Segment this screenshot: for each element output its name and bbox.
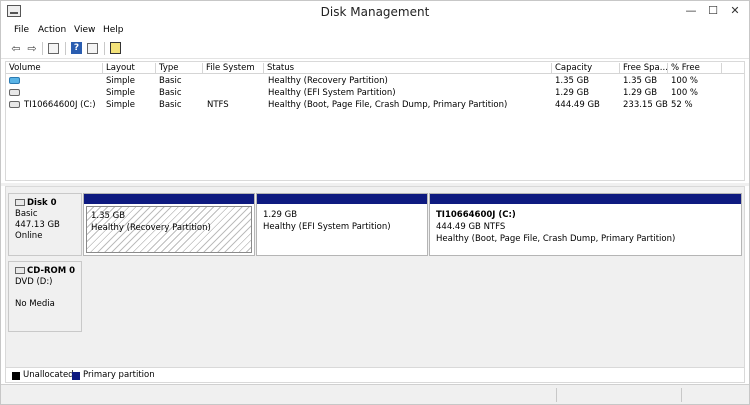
volume-percent-free: 52 % bbox=[671, 100, 693, 110]
maximize-button[interactable]: ☐ bbox=[703, 3, 723, 19]
partition-status: Healthy (EFI System Partition) bbox=[263, 222, 391, 232]
cd-rom-empty-area[interactable] bbox=[83, 261, 744, 332]
column-type[interactable]: Type bbox=[156, 63, 203, 74]
disk-state: No Media bbox=[15, 299, 55, 309]
toolbar-separator bbox=[104, 42, 105, 55]
disk-size: 447.13 GB bbox=[15, 220, 60, 230]
column-free-space[interactable]: Free Spa... bbox=[620, 63, 668, 74]
status-bar bbox=[1, 384, 749, 404]
volume-free-space: 1.35 GB bbox=[623, 76, 658, 86]
volume-capacity: 444.49 GB bbox=[555, 100, 600, 110]
volume-percent-free: 100 % bbox=[671, 76, 699, 86]
help-icon[interactable]: ? bbox=[71, 42, 82, 54]
legend: Unallocated Primary partition bbox=[5, 368, 745, 383]
disk-0-label[interactable]: Disk 0 Basic 447.13 GB Online bbox=[8, 193, 82, 256]
column-status[interactable]: Status bbox=[264, 63, 552, 74]
primary-partition-swatch bbox=[72, 372, 80, 380]
title-bar: Disk Management — ☐ ✕ bbox=[1, 1, 749, 23]
forward-arrow-icon[interactable]: ⇨ bbox=[24, 41, 40, 56]
menu-help[interactable]: Help bbox=[103, 25, 124, 35]
status-divider bbox=[556, 388, 557, 402]
volume-status: Healthy (Recovery Partition) bbox=[268, 76, 388, 86]
primary-partition-bar bbox=[430, 194, 741, 204]
volume-layout: Simple bbox=[106, 88, 136, 98]
partition-efi[interactable]: 1.29 GB Healthy (EFI System Partition) bbox=[256, 193, 428, 256]
disk-name: CD-ROM 0 bbox=[27, 266, 76, 276]
volume-type: Basic bbox=[159, 88, 182, 98]
volume-row[interactable]: Simple Basic Healthy (Recovery Partition… bbox=[6, 75, 744, 87]
column-file-system[interactable]: File System bbox=[203, 63, 264, 74]
menu-action[interactable]: Action bbox=[38, 25, 66, 35]
partition-size: 1.29 GB bbox=[263, 210, 298, 220]
volume-capacity: 1.29 GB bbox=[555, 88, 590, 98]
volume-row[interactable]: Simple Basic Healthy (EFI System Partiti… bbox=[6, 87, 744, 99]
back-arrow-icon[interactable]: ⇦ bbox=[8, 41, 24, 56]
status-divider bbox=[681, 388, 682, 402]
menu-view[interactable]: View bbox=[74, 25, 95, 35]
volume-name: TI10664600J (C:) bbox=[24, 100, 96, 110]
disk-icon bbox=[15, 199, 25, 206]
partition-recovery[interactable]: 1.35 GB Healthy (Recovery Partition) bbox=[83, 193, 255, 256]
menu-file[interactable]: File bbox=[14, 25, 29, 35]
disk-type: DVD (D:) bbox=[15, 277, 53, 287]
volume-row[interactable]: TI10664600J (C:) Simple Basic NTFS Healt… bbox=[6, 99, 744, 111]
volume-type: Basic bbox=[159, 100, 182, 110]
volume-status: Healthy (Boot, Page File, Crash Dump, Pr… bbox=[268, 100, 508, 110]
toolbar-separator bbox=[42, 42, 43, 55]
partition-size: 1.35 GB bbox=[91, 211, 126, 221]
show-hide-action-pane-icon[interactable] bbox=[87, 43, 98, 54]
legend-primary-partition: Primary partition bbox=[83, 370, 155, 380]
toolbar: ⇦ ⇨ ? bbox=[1, 39, 749, 59]
disk-management-window: Disk Management — ☐ ✕ File Action View H… bbox=[0, 0, 750, 405]
volume-list-header: Volume Layout Type File System Status Ca… bbox=[6, 62, 744, 74]
partition-size: 444.49 GB NTFS bbox=[436, 222, 506, 232]
unallocated-swatch bbox=[12, 372, 20, 380]
partition-title: TI10664600J (C:) bbox=[436, 210, 516, 220]
close-button[interactable]: ✕ bbox=[725, 3, 745, 19]
primary-partition-bar bbox=[257, 194, 427, 204]
drive-icon bbox=[9, 101, 20, 108]
disk-map-panel: Disk 0 Basic 447.13 GB Online 1.35 GB He… bbox=[5, 186, 745, 368]
disk-state: Online bbox=[15, 231, 43, 241]
volume-layout: Simple bbox=[106, 76, 136, 86]
window-title: Disk Management bbox=[320, 5, 430, 19]
disk-size bbox=[15, 288, 81, 299]
toolbar-separator bbox=[65, 42, 66, 55]
show-hide-console-tree-icon[interactable] bbox=[48, 43, 59, 54]
drive-icon bbox=[9, 77, 20, 84]
cd-rom-0-label[interactable]: CD-ROM 0 DVD (D:) No Media bbox=[8, 261, 82, 332]
column-percent-free[interactable]: % Free bbox=[668, 63, 722, 74]
legend-unallocated: Unallocated bbox=[23, 370, 74, 380]
disk-type: Basic bbox=[15, 209, 38, 219]
volume-list: Volume Layout Type File System Status Ca… bbox=[5, 61, 745, 181]
volume-status: Healthy (EFI System Partition) bbox=[268, 88, 396, 98]
partition-body: 1.29 GB Healthy (EFI System Partition) bbox=[259, 206, 425, 253]
partition-status: Healthy (Boot, Page File, Crash Dump, Pr… bbox=[436, 234, 676, 244]
disk-name: Disk 0 bbox=[27, 198, 57, 208]
minimize-button[interactable]: — bbox=[681, 3, 701, 19]
primary-partition-bar bbox=[84, 194, 254, 204]
partition-status: Healthy (Recovery Partition) bbox=[91, 223, 211, 233]
properties-icon[interactable] bbox=[110, 42, 121, 54]
column-layout[interactable]: Layout bbox=[103, 63, 156, 74]
partition-body: TI10664600J (C:) 444.49 GB NTFS Healthy … bbox=[432, 206, 739, 253]
cd-drive-icon bbox=[15, 267, 25, 274]
volume-percent-free: 100 % bbox=[671, 88, 699, 98]
volume-type: Basic bbox=[159, 76, 182, 86]
volume-capacity: 1.35 GB bbox=[555, 76, 590, 86]
column-volume[interactable]: Volume bbox=[6, 63, 103, 74]
volume-file-system: NTFS bbox=[207, 100, 229, 110]
menu-bar: File Action View Help bbox=[1, 23, 749, 39]
volume-free-space: 1.29 GB bbox=[623, 88, 658, 98]
volume-layout: Simple bbox=[106, 100, 136, 110]
partition-c-drive[interactable]: TI10664600J (C:) 444.49 GB NTFS Healthy … bbox=[429, 193, 742, 256]
partition-body: 1.35 GB Healthy (Recovery Partition) bbox=[86, 206, 252, 253]
volume-free-space: 233.15 GB bbox=[623, 100, 668, 110]
column-capacity[interactable]: Capacity bbox=[552, 63, 620, 74]
drive-icon bbox=[9, 89, 20, 96]
